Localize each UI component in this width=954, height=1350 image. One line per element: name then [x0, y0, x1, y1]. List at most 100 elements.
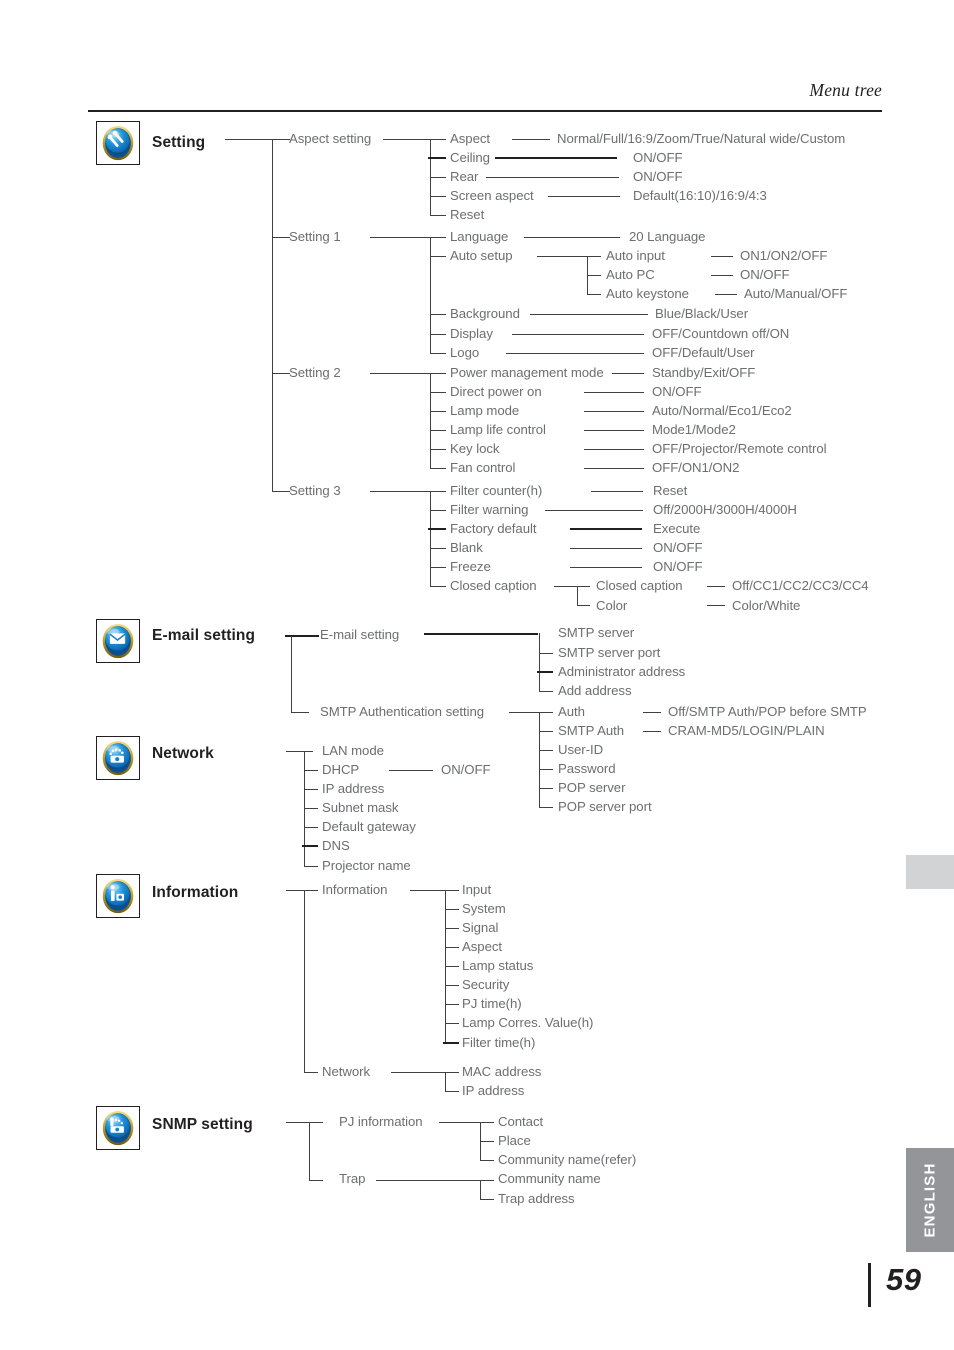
language-tab: ENGLISH: [906, 1148, 954, 1252]
connector: [539, 769, 553, 771]
connector: [304, 890, 306, 1073]
tree-item-value: Normal/Full/16:9/Zoom/True/Natural wide/…: [557, 131, 846, 146]
tree-item-value: Reset: [653, 483, 688, 498]
connector: [445, 1072, 459, 1074]
connector: [445, 985, 459, 987]
connector: [445, 909, 459, 911]
connector: [445, 928, 459, 930]
connector: [495, 157, 617, 160]
connector: [428, 528, 446, 531]
tree-item-label: Community name: [498, 1171, 601, 1186]
section-title-snmp-setting: SNMP setting: [152, 1116, 253, 1133]
tree-item-value: OFF/ON1/ON2: [652, 460, 740, 475]
tree-item-label: Blank: [450, 540, 483, 555]
tree-item-value: OFF/Default/User: [652, 345, 755, 360]
tree-item-label: Auth: [558, 704, 585, 719]
connector: [309, 1122, 311, 1180]
connector: [430, 449, 446, 451]
tree-item-label: Background: [450, 306, 520, 321]
information-icon: [96, 874, 140, 918]
tree-item-label: Logo: [450, 345, 480, 360]
menu-tree-page: Menu tree ENGLISH 59 Setting Aspect sett…: [0, 0, 954, 1350]
connector: [304, 827, 318, 829]
connector: [512, 334, 644, 336]
tree-item-label: Direct power on: [450, 384, 542, 399]
connector: [539, 807, 553, 809]
connector: [439, 1122, 481, 1124]
connector: [524, 237, 620, 239]
connector: [587, 256, 601, 258]
tree-item-label: IP address: [322, 781, 385, 796]
tree-item-label: Auto keystone: [606, 286, 689, 301]
connector: [711, 256, 733, 258]
tree-group-label: PJ information: [339, 1114, 423, 1129]
connector: [643, 731, 661, 733]
connector: [480, 1199, 494, 1201]
tree-item-label: Screen aspect: [450, 188, 534, 203]
connector: [272, 139, 274, 491]
connector: [539, 731, 553, 733]
connector: [309, 1122, 323, 1124]
connector: [272, 237, 290, 239]
tree-item-label: Key lock: [450, 441, 500, 456]
connector: [430, 430, 446, 432]
connector: [539, 788, 553, 790]
connector: [370, 373, 431, 375]
connector: [370, 491, 431, 493]
tree-item-label: Aspect: [462, 939, 503, 954]
tree-item-label: Closed caption: [596, 578, 683, 593]
connector: [445, 1091, 459, 1093]
connector: [570, 528, 642, 531]
tree-item-label: Projector name: [322, 858, 411, 873]
tree-item-value: ON/OFF: [652, 384, 702, 399]
connector: [430, 373, 432, 469]
connector: [539, 653, 553, 655]
connector: [530, 314, 648, 316]
tree-group-label: Network: [322, 1064, 371, 1079]
connector: [304, 890, 318, 892]
connector: [445, 966, 459, 968]
connector: [577, 586, 579, 606]
connector: [430, 256, 446, 258]
tree-item-label: POP server: [558, 780, 626, 795]
tree-item-value: ON/OFF: [633, 169, 683, 184]
connector: [272, 373, 290, 375]
tree-item-value: Off/2000H/3000H/4000H: [653, 502, 797, 517]
connector: [430, 586, 446, 588]
connector: [428, 157, 446, 160]
connector: [715, 294, 737, 296]
connector: [430, 139, 446, 141]
connector: [537, 671, 553, 674]
section-title-setting: Setting: [152, 134, 206, 151]
tree-item-label: Rear: [450, 169, 479, 184]
tree-item-value: Auto/Manual/OFF: [744, 286, 848, 301]
connector: [584, 430, 644, 432]
tree-item-label: IP address: [462, 1083, 525, 1098]
tree-item-label: Closed caption: [450, 578, 537, 593]
tree-item-value: ON/OFF: [653, 559, 703, 574]
connector: [430, 411, 446, 413]
connector: [545, 510, 643, 512]
connector: [430, 491, 446, 493]
tree-group-label: Aspect setting: [289, 131, 372, 146]
connector: [445, 890, 459, 892]
tree-item-label: Fan control: [450, 460, 516, 475]
connector: [480, 1180, 482, 1200]
connector: [302, 845, 318, 848]
connector: [509, 712, 539, 714]
tree-item-label: Auto input: [606, 248, 665, 263]
connector: [430, 353, 446, 355]
connector: [711, 275, 733, 277]
tree-item-label: POP server port: [558, 799, 652, 814]
tree-item-label: Security: [462, 977, 510, 992]
connector: [445, 1072, 447, 1092]
connector: [304, 789, 318, 791]
tree-item-label: Auto setup: [450, 248, 513, 263]
tree-item-label: Filter counter(h): [450, 483, 543, 498]
connector: [445, 1023, 459, 1025]
connector: [376, 1180, 481, 1182]
connector: [480, 1141, 494, 1143]
tree-item-label: Auto PC: [606, 267, 655, 282]
tree-item-label: System: [462, 901, 506, 916]
connector: [430, 237, 446, 239]
